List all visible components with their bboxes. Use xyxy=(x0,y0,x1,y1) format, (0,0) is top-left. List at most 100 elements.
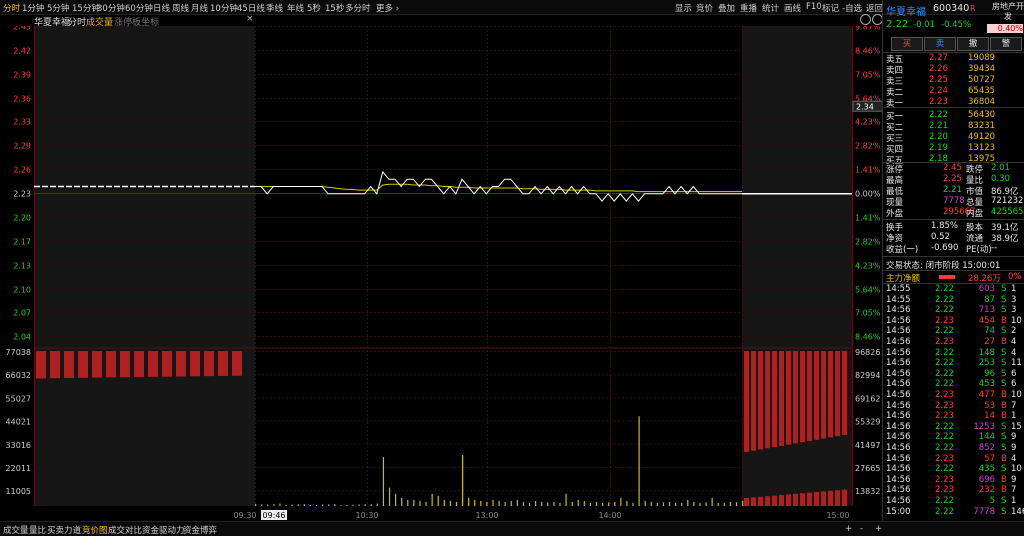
indicator-tab-4[interactable]: 成交对比 xyxy=(108,524,142,536)
period-tab-1[interactable]: 1分钟 xyxy=(22,2,44,14)
auction-bar xyxy=(148,351,158,377)
tick-count: 7 xyxy=(1011,400,1017,411)
toolbar-action-7[interactable]: 标记 xyxy=(822,2,839,14)
volume-bar xyxy=(644,500,646,506)
indicator-tab-2[interactable]: 买卖力道 xyxy=(47,524,81,536)
indicator-tab-5[interactable]: 资金驱动力 xyxy=(142,524,185,536)
period-tab-0[interactable]: 分时 xyxy=(3,2,20,14)
period-tab-14[interactable]: 15秒 xyxy=(325,2,344,14)
period-tab-3[interactable]: 15分钟 xyxy=(72,2,100,14)
volume-bar xyxy=(510,500,512,506)
auction-bar xyxy=(814,351,819,440)
volume-bar xyxy=(455,501,458,506)
sector-name[interactable]: 房地产开发 xyxy=(991,2,1024,22)
auction-bar xyxy=(828,351,833,438)
tick-price: 2.22 xyxy=(935,284,954,294)
tick-side: B xyxy=(1001,474,1007,485)
price-tick: 2.23 xyxy=(13,190,31,199)
volume-bar xyxy=(498,500,500,506)
time-tick: 09:30 xyxy=(233,511,256,520)
ask-volume: 19089 xyxy=(968,53,996,63)
indicator-tab-3[interactable]: 竞价图 xyxy=(82,524,108,536)
volume-tick: 13832 xyxy=(855,487,880,496)
period-tab-11[interactable]: 季线 xyxy=(266,2,283,14)
tick-count: 3 xyxy=(1011,294,1017,305)
tick-count: 6 xyxy=(1011,379,1017,390)
period-tab-4[interactable]: 30分钟 xyxy=(97,2,125,14)
period-tab-10[interactable]: 45日线 xyxy=(237,2,265,14)
toolbar-action-4[interactable]: 统计 xyxy=(762,2,779,14)
tick-time: 14:56 xyxy=(886,432,911,443)
auction-bar xyxy=(176,351,186,377)
stat-value: 1.85% xyxy=(931,221,959,231)
toolbar-action-8[interactable]: -自选 xyxy=(842,2,862,14)
period-tab-13[interactable]: 5秒 xyxy=(307,2,321,14)
zoom-control-1[interactable]: - xyxy=(860,524,863,534)
toolbar-action-2[interactable]: 叠加 xyxy=(718,2,735,14)
period-tab-15[interactable]: 多分时 xyxy=(345,2,371,14)
tick-side: S xyxy=(1001,506,1007,517)
tick-count: 9 xyxy=(1011,443,1017,453)
auction-bar xyxy=(765,351,770,449)
tick-count: 9 xyxy=(1011,474,1017,485)
tick-side: S xyxy=(1001,294,1007,305)
volume-bar xyxy=(742,500,744,506)
period-tab-9[interactable]: 10分钟 xyxy=(210,2,238,14)
tick-time: 15:00 xyxy=(886,506,911,517)
price-tick: 2.33 xyxy=(13,118,31,127)
volume-bar xyxy=(364,504,366,506)
tick-time: 14:56 xyxy=(886,485,911,496)
period-tab-16[interactable]: 更多 › xyxy=(376,2,399,14)
tick-side: B xyxy=(1001,485,1007,496)
buy-button[interactable]: 买 xyxy=(891,37,923,51)
toolbar-action-9[interactable]: 返回 xyxy=(866,2,883,14)
period-tab-5[interactable]: 60分钟 xyxy=(125,2,153,14)
auction-bar xyxy=(120,351,130,378)
tick-volume: 74 xyxy=(984,326,995,337)
toolbar-action-1[interactable]: 竞价 xyxy=(696,2,713,14)
tick-volume: 148 xyxy=(978,347,995,358)
indicator-tab-0[interactable]: 成交量 xyxy=(3,524,29,536)
tick-price: 2.23 xyxy=(935,400,954,411)
ask-price: 2.24 xyxy=(929,86,948,96)
stat-value: 2.01 xyxy=(991,163,1010,173)
volume-bar xyxy=(620,497,622,506)
period-tab-8[interactable]: 月线 xyxy=(191,2,208,14)
auction-bar xyxy=(744,498,749,506)
period-tab-12[interactable]: 年线 xyxy=(287,2,304,14)
volume-tick: 11005 xyxy=(6,487,31,496)
prev-circle-icon[interactable] xyxy=(860,14,871,25)
toolbar-action-6[interactable]: F10 xyxy=(806,2,822,12)
indicator-tab-1[interactable]: 量比 xyxy=(29,524,46,536)
intraday-chart[interactable]: 2.45 9.87% 2.42 8.46% 2.39 7.05% 2.36 5.64% 2.33… xyxy=(0,23,884,520)
sell-button[interactable]: 卖 xyxy=(924,37,956,51)
period-tab-2[interactable]: 5分钟 xyxy=(47,2,69,14)
volume-bar xyxy=(419,500,421,506)
zoom-control-2[interactable]: + xyxy=(875,524,882,534)
toolbar-action-5[interactable]: 画线 xyxy=(784,2,801,14)
volume-bar xyxy=(486,501,488,506)
period-tab-7[interactable]: 周线 xyxy=(172,2,189,14)
cancel-order-button[interactable]: 撤 xyxy=(957,37,989,51)
toolbar-action-0[interactable]: 显示 xyxy=(675,2,692,14)
period-tab-6[interactable]: 日线 xyxy=(153,2,170,14)
alert-button[interactable]: 警 xyxy=(990,37,1022,51)
toolbar-action-3[interactable]: 重播 xyxy=(740,2,757,14)
zoom-control-0[interactable]: + xyxy=(845,524,852,534)
close-icon[interactable]: × xyxy=(246,14,254,24)
tick-count: 10 xyxy=(1011,464,1022,475)
bid-volume: 83231 xyxy=(968,121,996,131)
bid-volume: 56430 xyxy=(968,110,996,120)
chart-svg[interactable]: 2.45 9.87% 2.42 8.46% 2.39 7.05% 2.36 5.64% 2.33… xyxy=(0,23,884,520)
volume-bar xyxy=(583,500,585,506)
stat-value: 0.30 xyxy=(991,174,1010,184)
volume-bar xyxy=(370,504,372,506)
tick-volume: 232 xyxy=(978,485,995,496)
volume-bar xyxy=(705,502,707,506)
auction-bar xyxy=(744,351,749,452)
tick-list[interactable]: 14:55 2.22 603 S 1 14:55 2.22 87 S 3 14:56 2.22 713 S… xyxy=(883,284,1024,521)
indicator-tab-6[interactable]: 资金博弈 xyxy=(183,524,217,536)
time-tick: 10:30 xyxy=(355,511,378,520)
chart-header: 华夏幸福 分时 成交量 涨停板坐标 × xyxy=(0,14,883,28)
tick-time: 14:56 xyxy=(886,305,911,316)
